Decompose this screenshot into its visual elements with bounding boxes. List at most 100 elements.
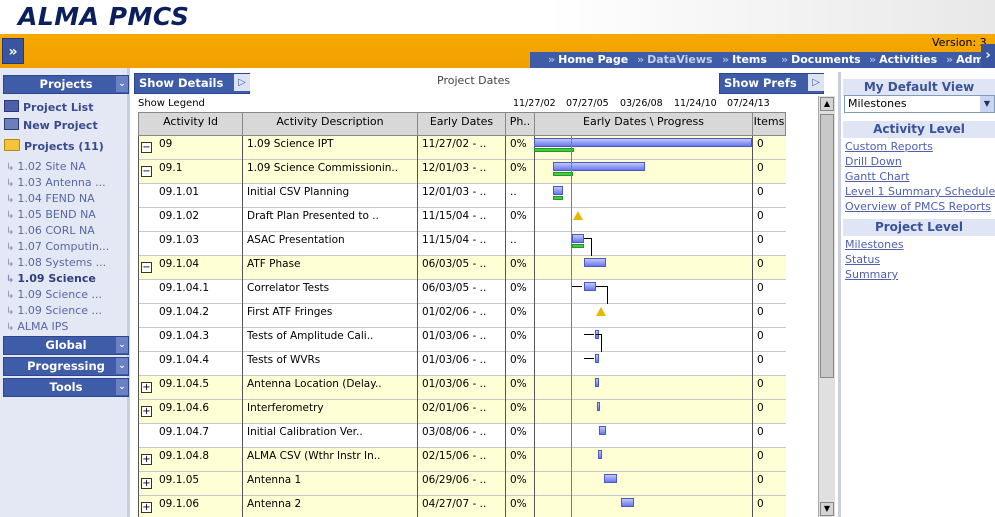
tools-section-header[interactable]: Tools ⌄ bbox=[3, 378, 129, 397]
table-row[interactable]: 09.1.03 ASAC Presentation 11/15/04 - .... 0 bbox=[138, 232, 786, 260]
summary-link[interactable]: Summary bbox=[845, 268, 898, 281]
progressing-section-header[interactable]: Progressing ⌄ bbox=[3, 357, 129, 376]
show-legend-link[interactable]: Show Legend bbox=[138, 98, 205, 109]
collapse-icon[interactable]: − bbox=[141, 142, 152, 153]
table-row[interactable]: −09 1.09 Science IPT 11/27/02 - .. 0% 0 bbox=[138, 136, 786, 160]
project-list-link[interactable]: Project List bbox=[4, 100, 93, 114]
gantt-plan-bar[interactable] bbox=[584, 258, 606, 267]
table-row[interactable]: +09.1.05 Antenna 1 06/29/06 - .. 0% 0 bbox=[138, 472, 786, 496]
sidebar-tree-item[interactable]: ↳ 1.09 Science ... bbox=[6, 288, 102, 301]
cell-gantt bbox=[534, 304, 753, 328]
expand-icon[interactable]: + bbox=[141, 406, 152, 417]
cell-activity-id: 09.1.04.4 bbox=[138, 352, 243, 376]
cell-phase: 0% bbox=[505, 208, 535, 232]
table-row[interactable]: 09.1.01 Initial CSV Planning 12/01/03 - ..… bbox=[138, 184, 786, 208]
col-header-description[interactable]: Activity Description bbox=[242, 112, 418, 136]
scroll-down-arrow[interactable]: ▼ bbox=[820, 502, 834, 516]
custom-reports-link[interactable]: Custom Reports bbox=[845, 140, 933, 153]
milestone-warning-icon[interactable] bbox=[596, 307, 606, 316]
collapse-icon[interactable]: − bbox=[141, 166, 152, 177]
table-row[interactable]: 09.1.04.2 First ATF Fringes 01/02/06 - .. 0… bbox=[138, 304, 786, 328]
sidebar-tree-item[interactable]: ↳ ALMA IPS bbox=[6, 320, 68, 333]
cell-gantt bbox=[534, 328, 753, 352]
show-details-button[interactable]: Show Details ▷ bbox=[134, 73, 250, 94]
expand-icon[interactable]: + bbox=[141, 382, 152, 393]
gantt-plan-bar[interactable] bbox=[553, 162, 645, 171]
col-header-activity-id[interactable]: Activity Id bbox=[138, 112, 243, 136]
sidebar-tree-item[interactable]: ↳ 1.09 Science ... bbox=[6, 304, 102, 317]
collapse-icon[interactable]: − bbox=[141, 262, 152, 273]
gantt-plan-bar[interactable] bbox=[604, 474, 617, 483]
drill-down-link[interactable]: Drill Down bbox=[845, 155, 902, 168]
cell-gantt bbox=[534, 280, 753, 304]
gantt-plan-bar[interactable] bbox=[534, 138, 752, 147]
gantt-plan-bar[interactable] bbox=[598, 450, 602, 459]
sidebar-tree-item[interactable]: ↳ 1.03 Antenna ... bbox=[6, 176, 106, 189]
table-row[interactable]: +09.1.06 Antenna 2 04/27/07 - .. 0% 0 bbox=[138, 496, 786, 517]
table-row[interactable]: −09.1.04 ATF Phase 06/03/05 - .. 0% 0 bbox=[138, 256, 786, 280]
nav-documents[interactable]: » Documents bbox=[781, 52, 861, 68]
expand-icon[interactable]: + bbox=[141, 478, 152, 489]
projects-folder[interactable]: Projects (11) bbox=[4, 139, 104, 153]
col-header-early-dates[interactable]: Early Dates bbox=[417, 112, 506, 136]
cell-early-dates: 01/03/06 - .. bbox=[417, 376, 506, 400]
nav-home-page[interactable]: » Home Page bbox=[548, 52, 628, 68]
default-view-select[interactable]: Milestones ▼ bbox=[844, 95, 995, 113]
scroll-thumb[interactable] bbox=[820, 114, 834, 378]
table-row[interactable]: −09.1 1.09 Science Commissionin.. 12/01/03… bbox=[138, 160, 786, 184]
gantt-plan-bar[interactable] bbox=[572, 234, 584, 243]
gantt-plan-bar[interactable] bbox=[597, 402, 600, 411]
cell-early-dates: 11/27/02 - .. bbox=[417, 136, 506, 160]
cell-early-dates: 06/03/05 - .. bbox=[417, 256, 506, 280]
pmcs-overview-link[interactable]: Overview of PMCS Reports bbox=[845, 200, 991, 213]
table-row[interactable]: +09.1.04.8 ALMA CSV (Wthr Instr In.. 02/15… bbox=[138, 448, 786, 472]
cell-gantt bbox=[534, 400, 753, 424]
nav-activities[interactable]: » Activities bbox=[869, 52, 937, 68]
gantt-chart-link[interactable]: Gantt Chart bbox=[845, 170, 910, 183]
milestone-warning-icon[interactable] bbox=[573, 211, 583, 220]
table-row[interactable]: +09.1.04.5 Antenna Location (Delay.. 01/03… bbox=[138, 376, 786, 400]
level-1-summary-link[interactable]: Level 1 Summary Schedule bbox=[845, 185, 995, 198]
gantt-plan-bar[interactable] bbox=[595, 354, 599, 363]
dependency-arrow-icon bbox=[572, 286, 582, 292]
expand-right-panel-button[interactable]: › bbox=[981, 44, 995, 68]
table-row[interactable]: +09.1.04.6 Interferometry 02/01/06 - .. 0% 0 bbox=[138, 400, 786, 424]
gantt-plan-bar[interactable] bbox=[595, 378, 599, 387]
chevron-right-icon: » bbox=[869, 53, 877, 66]
table-row[interactable]: 09.1.04.3 Tests of Amplitude Cali.. 01/03/… bbox=[138, 328, 786, 356]
global-section-header[interactable]: Global ⌄ bbox=[3, 336, 129, 355]
show-prefs-button[interactable]: Show Prefs ▷ bbox=[719, 73, 824, 94]
status-link[interactable]: Status bbox=[845, 253, 880, 266]
col-header-items[interactable]: Items bbox=[752, 112, 786, 136]
nav-dataviews[interactable]: » DataViews bbox=[637, 52, 713, 68]
col-header-gantt[interactable]: Early Dates \ Progress bbox=[534, 112, 753, 136]
col-header-phase[interactable]: Ph.. bbox=[505, 112, 535, 136]
sidebar-tree-item[interactable]: ↳ 1.06 CORL NA bbox=[6, 224, 95, 237]
table-row[interactable]: 09.1.04.7 Initial Calibration Ver.. 03/08/… bbox=[138, 424, 786, 448]
projects-section-header[interactable]: Projects ⌄ bbox=[3, 75, 129, 94]
chevron-down-icon: ⌄ bbox=[116, 337, 128, 353]
sidebar-tree-item[interactable]: ↳ 1.02 Site NA bbox=[6, 160, 86, 173]
sidebar-tree-item[interactable]: ↳ 1.05 BEND NA bbox=[6, 208, 96, 221]
chevron-right-icon: » bbox=[637, 53, 645, 66]
nav-items[interactable]: » Items bbox=[722, 52, 767, 68]
collapse-panel-button[interactable]: » bbox=[2, 38, 24, 64]
vertical-scrollbar[interactable]: ▲ ▼ bbox=[818, 96, 835, 517]
table-row[interactable]: 09.1.02 Draft Plan Presented to .. 11/15/0… bbox=[138, 208, 786, 232]
gantt-plan-bar[interactable] bbox=[621, 498, 634, 507]
sidebar-tree-item[interactable]: ↳ 1.04 FEND NA bbox=[6, 192, 95, 205]
expand-icon[interactable]: + bbox=[141, 502, 152, 513]
table-row[interactable]: 09.1.04.4 Tests of WVRs 01/03/06 - .. 0% 0 bbox=[138, 352, 786, 376]
sidebar-tree-item[interactable]: ↳ 1.07 Computin... bbox=[6, 240, 109, 253]
scroll-up-arrow[interactable]: ▲ bbox=[820, 97, 834, 111]
gantt-plan-bar[interactable] bbox=[584, 282, 596, 291]
nav-admin[interactable]: » Adm bbox=[946, 52, 984, 68]
sidebar-tree-item[interactable]: ↳ 1.09 Science bbox=[6, 272, 96, 285]
table-row[interactable]: 09.1.04.1 Correlator Tests 06/03/05 - .. 0%… bbox=[138, 280, 786, 308]
gantt-plan-bar[interactable] bbox=[553, 186, 563, 195]
expand-icon[interactable]: + bbox=[141, 454, 152, 465]
milestones-link[interactable]: Milestones bbox=[845, 238, 904, 251]
gantt-plan-bar[interactable] bbox=[599, 426, 606, 435]
new-project-link[interactable]: New Project bbox=[4, 118, 98, 132]
sidebar-tree-item[interactable]: ↳ 1.08 Systems ... bbox=[6, 256, 106, 269]
